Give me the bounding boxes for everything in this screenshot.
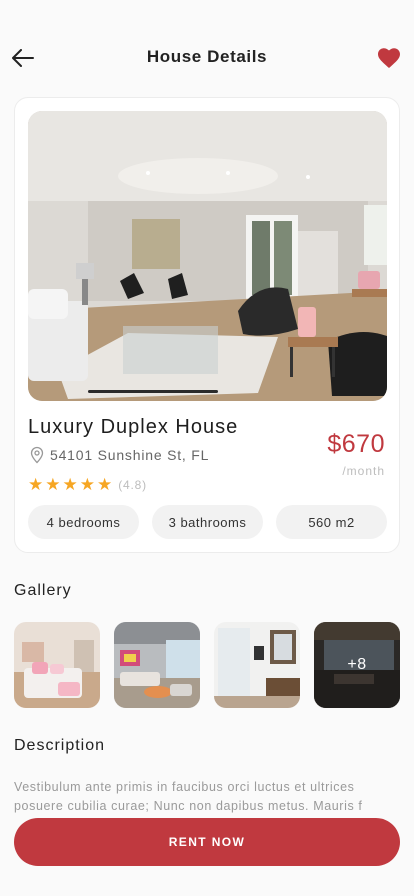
gallery: +8 bbox=[14, 622, 400, 708]
gallery-thumb-bedroom[interactable] bbox=[14, 622, 100, 708]
living-room-image bbox=[28, 111, 387, 401]
page-title: House Details bbox=[146, 47, 268, 66]
property-card: Luxury Duplex House 54101 Sunshine St, F… bbox=[14, 97, 400, 553]
star-icon: ★ bbox=[28, 475, 44, 494]
property-name: Luxury Duplex House bbox=[28, 416, 239, 438]
feature-chip-bedrooms: 4 bedrooms bbox=[28, 505, 139, 539]
location-pin-icon bbox=[30, 446, 44, 464]
property-rating: ★ ★ ★ ★ ★ (4.8) bbox=[28, 476, 147, 493]
gallery-thumb-bathroom[interactable] bbox=[214, 622, 300, 708]
favorite-button[interactable] bbox=[376, 46, 402, 70]
star-icon: ★ bbox=[62, 475, 78, 494]
bedroom-image bbox=[14, 622, 100, 708]
rating-score: (4.8) bbox=[118, 477, 147, 492]
rating-stars: ★ ★ ★ ★ ★ bbox=[28, 476, 112, 493]
description-text: Vestibulum ante primis in faucibus orci … bbox=[14, 780, 363, 813]
feature-chip-area: 560 m2 bbox=[276, 505, 387, 539]
rent-now-button[interactable]: RENT NOW bbox=[14, 818, 400, 866]
gallery-thumb-living-room[interactable] bbox=[114, 622, 200, 708]
property-price: $670 bbox=[327, 430, 385, 458]
bathroom-image bbox=[214, 622, 300, 708]
gallery-title: Gallery bbox=[14, 582, 72, 599]
price-period: /month bbox=[342, 464, 385, 478]
property-main-photo[interactable] bbox=[28, 111, 387, 401]
star-icon: ★ bbox=[79, 475, 95, 494]
more-photos-count: +8 bbox=[314, 622, 400, 708]
carousel-indicator bbox=[88, 390, 218, 393]
property-address: 54101 Sunshine St, FL bbox=[28, 446, 209, 464]
description-title: Description bbox=[14, 737, 106, 754]
star-icon: ★ bbox=[45, 475, 61, 494]
address-text: 54101 Sunshine St, FL bbox=[50, 447, 210, 463]
gallery-thumb-more[interactable]: +8 bbox=[314, 622, 400, 708]
feature-chips: 4 bedrooms 3 bathrooms 560 m2 bbox=[28, 505, 387, 539]
living-room-thumb-image bbox=[114, 622, 200, 708]
star-icon: ★ bbox=[97, 475, 113, 494]
heart-icon bbox=[378, 48, 400, 68]
feature-chip-bathrooms: 3 bathrooms bbox=[152, 505, 263, 539]
